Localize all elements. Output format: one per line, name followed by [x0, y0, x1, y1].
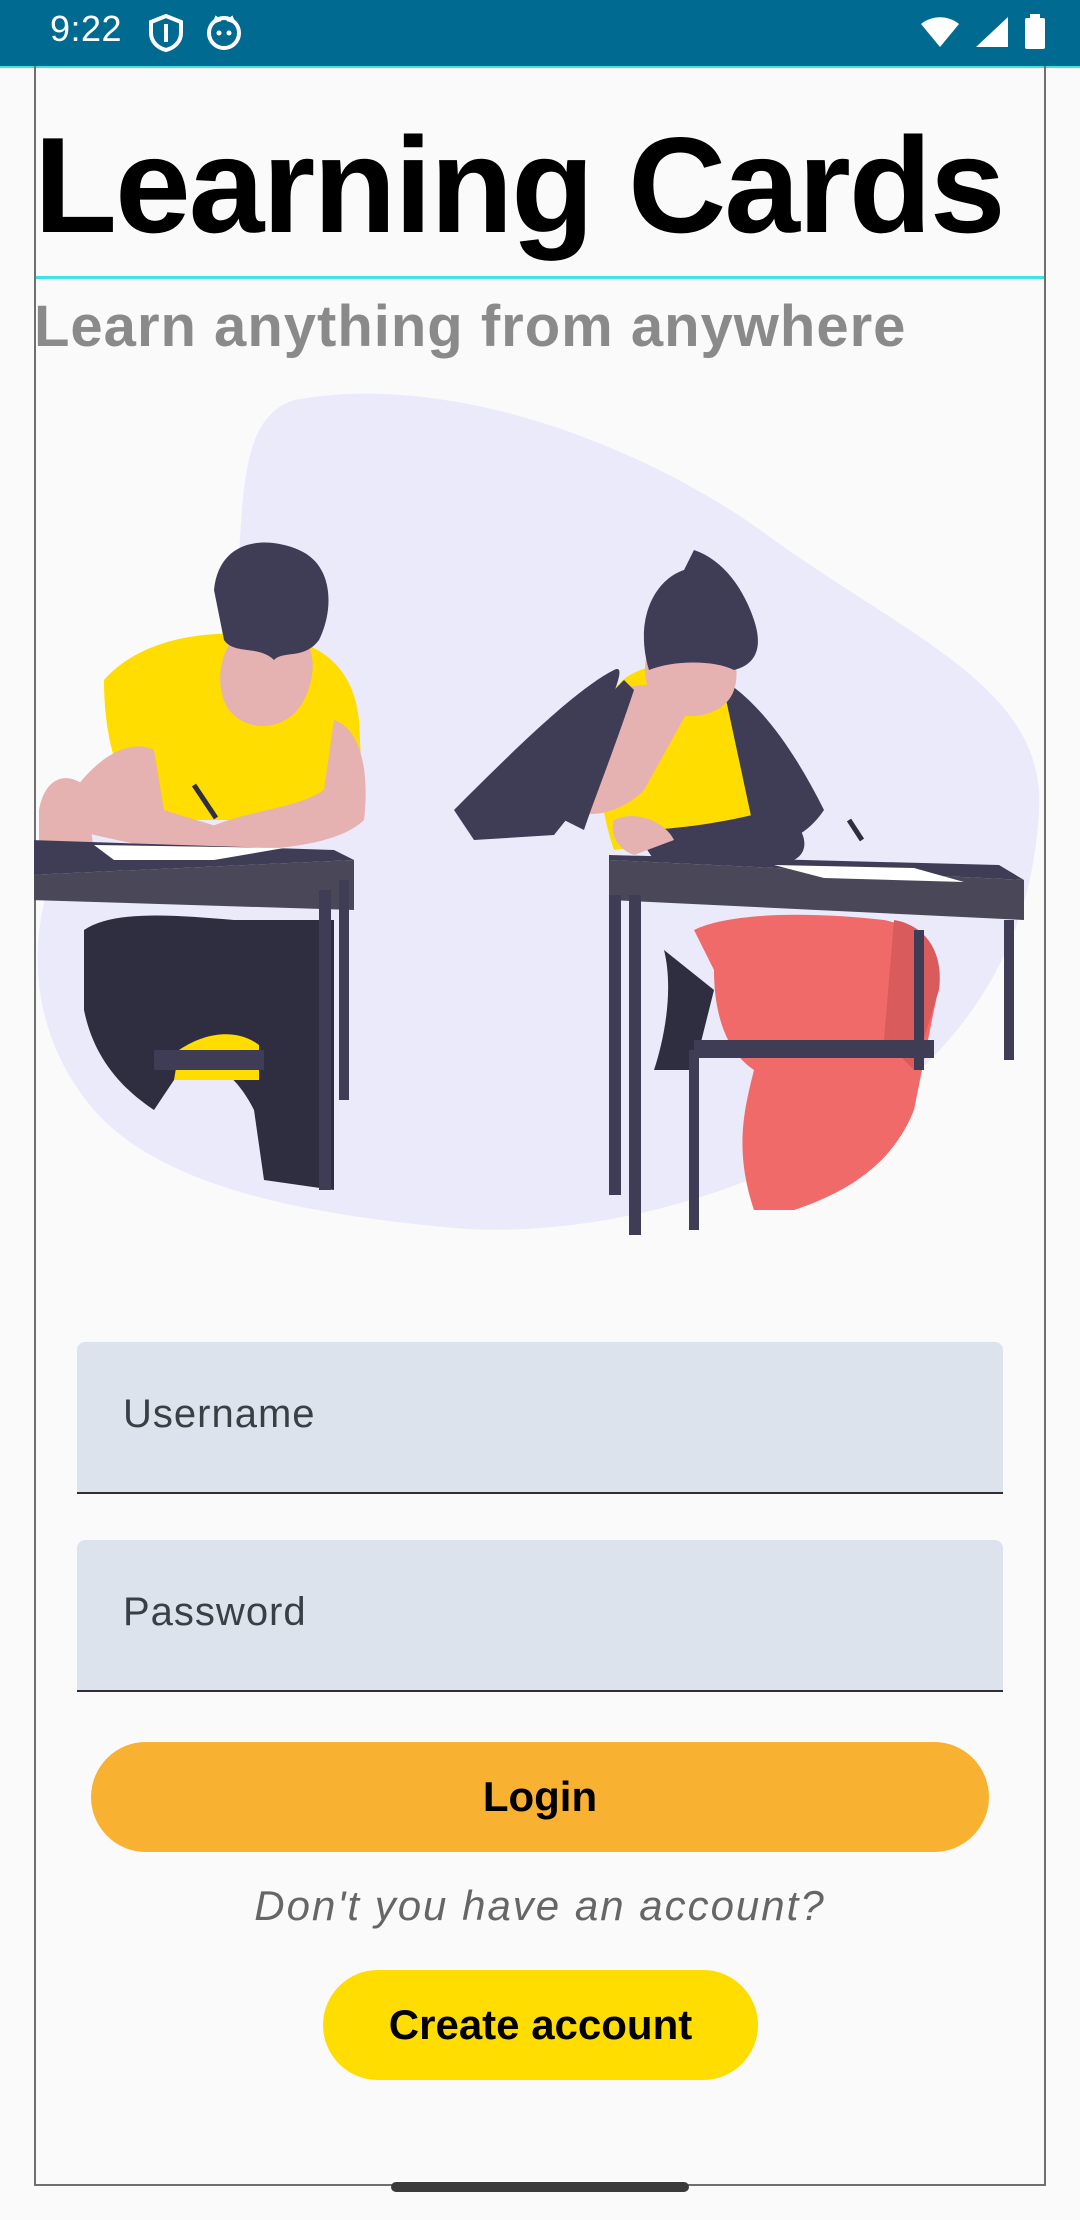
- no-account-text: Don't you have an account?: [254, 1882, 826, 1929]
- username-placeholder: Username: [123, 1392, 316, 1436]
- signal-icon: [974, 15, 1010, 49]
- home-indicator[interactable]: [391, 2182, 689, 2192]
- password-field[interactable]: Password: [77, 1540, 1003, 1692]
- create-account-button[interactable]: Create account: [323, 1970, 758, 2080]
- login-button[interactable]: Login: [91, 1742, 989, 1852]
- status-time: 9:22: [50, 8, 123, 49]
- username-field[interactable]: Username: [77, 1342, 1003, 1494]
- password-placeholder: Password: [123, 1590, 307, 1634]
- page-title: Learning Cards: [34, 109, 1006, 261]
- status-bar: 9:22: [0, 0, 1080, 66]
- status-left-icons: [148, 14, 242, 52]
- page-subtitle: Learn anything from anywhere: [34, 294, 907, 359]
- shield-icon: [148, 14, 184, 52]
- wifi-icon: [920, 15, 960, 49]
- battery-icon: [1024, 14, 1046, 50]
- title-underline: [36, 276, 1044, 279]
- status-right-icons: [920, 14, 1046, 50]
- students-studying-illustration: [29, 390, 1046, 1240]
- cat-icon: [206, 14, 242, 52]
